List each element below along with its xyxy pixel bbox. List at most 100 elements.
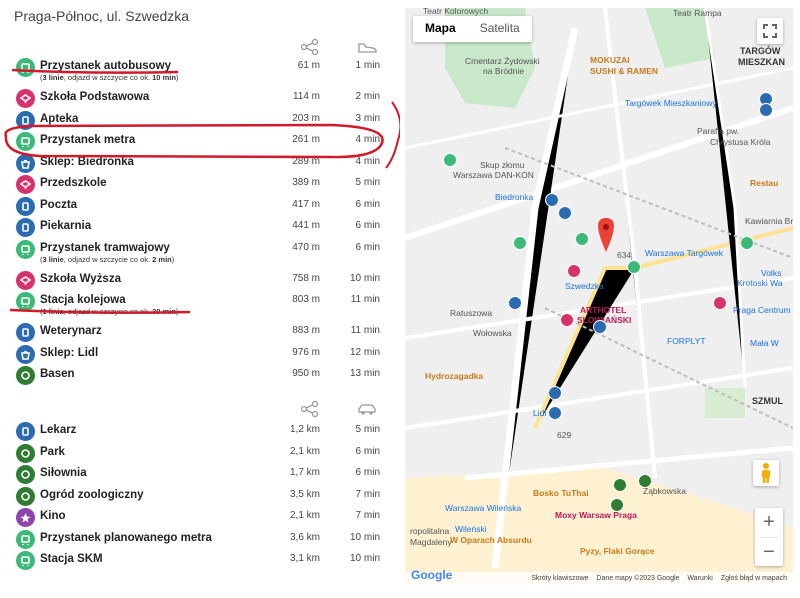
map-poi-marker-icon[interactable] [627, 260, 641, 274]
frequency-text: , odjazd w szczycie co ok. [63, 73, 153, 82]
map-poi-marker-icon[interactable] [610, 498, 624, 512]
map-poi-marker-icon[interactable] [513, 236, 527, 250]
tram-icon [16, 239, 35, 259]
map-type-satellite-button[interactable]: Satelita [468, 16, 532, 42]
poi-row[interactable]: Poczta 417 m 6 min [0, 196, 400, 217]
terms-link[interactable]: Warunki [687, 575, 712, 582]
poi-distance: 2,1 km [289, 510, 320, 521]
poi-name[interactable]: Weterynarz [40, 325, 102, 337]
map-poi-marker-icon[interactable] [560, 313, 574, 327]
poi-row[interactable]: Sklep: Lidl 976 m 12 min [0, 344, 400, 365]
poi-row[interactable]: Basen 950 m 13 min [0, 365, 400, 386]
map-poi-marker-icon[interactable] [508, 296, 522, 310]
report-error-link[interactable]: Zgłoś błąd w mapach [721, 575, 787, 582]
poi-row[interactable]: Weterynarz 883 m 11 min [0, 322, 400, 343]
poi-travel-time: 10 min [349, 553, 380, 564]
poi-name[interactable]: Stacja kolejowa [40, 294, 126, 306]
poi-name[interactable]: Poczta [40, 199, 77, 211]
map-poi-marker-icon[interactable] [443, 153, 457, 167]
map-label: SZMUL [752, 396, 783, 406]
map-label: Pyzy, Flaki Gorące [580, 546, 655, 556]
poi-travel-time: 4 min [355, 155, 380, 167]
map-poi-marker-icon[interactable] [593, 320, 607, 334]
map-poi-marker-icon[interactable] [558, 206, 572, 220]
map-poi-marker-icon[interactable] [740, 236, 754, 250]
poi-frequency-note: (3 linie, odjazd w szczycie co ok. 10 mi… [40, 73, 179, 82]
map-poi-marker-icon[interactable] [575, 232, 589, 246]
poi-distance: 2,1 km [289, 445, 320, 457]
poi-distance: 289 m [292, 155, 320, 167]
poi-name[interactable]: Siłownia [40, 467, 87, 479]
map-poi-marker-icon[interactable] [545, 193, 559, 207]
map-type-map-button[interactable]: Mapa [413, 16, 468, 42]
poi-name[interactable]: Apteka [40, 113, 78, 125]
poi-name[interactable]: Lekarz [40, 424, 76, 436]
poi-row[interactable]: Szkoła Wyższa 758 m 10 min [0, 270, 400, 291]
map-poi-marker-icon[interactable] [638, 474, 652, 488]
poi-row[interactable]: Kino 2,1 km 7 min [0, 507, 400, 528]
poi-name[interactable]: Sklep: Lidl [40, 347, 98, 359]
map-poi-marker-icon[interactable] [548, 406, 562, 420]
keyboard-shortcuts-link[interactable]: Skróty klawiszowe [531, 575, 588, 582]
poi-travel-time: 10 min [349, 531, 380, 543]
poi-travel-time: 4 min [355, 134, 380, 145]
map-poi-marker-icon[interactable] [713, 296, 727, 310]
poi-name[interactable]: Ogród zoologiczny [40, 489, 144, 501]
frequency-value: 10 min [152, 73, 176, 82]
poi-name[interactable]: Piekarnia [40, 220, 91, 232]
poi-name[interactable]: Szkoła Wyższa [40, 273, 121, 285]
map-label: TARGÓW [740, 46, 781, 56]
map-label: ropolitalna [410, 526, 450, 536]
poi-row[interactable]: Park 2,1 km 6 min [0, 443, 400, 464]
poi-name[interactable]: Przystanek metra [40, 134, 135, 146]
location-title: Praga-Północ, ul. Szwedzka [14, 8, 190, 24]
line-count: 3 linie [42, 254, 64, 264]
poi-name[interactable]: Przystanek planowanego metra [40, 532, 212, 544]
street-view-pegman-button[interactable] [753, 460, 779, 486]
poi-name[interactable]: Przystanek tramwajowy [40, 242, 170, 254]
poi-row[interactable]: Siłownia 1,7 km 6 min [0, 464, 400, 485]
poi-row[interactable]: Lekarz 1,2 km 5 min [0, 421, 400, 442]
poi-row[interactable]: Stacja kolejowa (1 linia, odjazd w szczyc… [0, 291, 400, 316]
map-poi-marker-icon[interactable] [567, 264, 581, 278]
poi-name[interactable]: Szkoła Podstawowa [40, 91, 149, 103]
poi-row[interactable]: Przystanek metra 261 m 4 min [0, 131, 400, 152]
pegman-icon [762, 463, 770, 483]
poi-name[interactable]: Stacja SKM [40, 553, 103, 565]
poi-travel-time: 6 min [355, 220, 380, 231]
poi-frequency-note: (1 linia, odjazd w szczycie co ok. 30 mi… [40, 307, 179, 316]
map[interactable]: Teatr Kolorowych Teatr Rampa TARGÓW MIESZKA… [405, 8, 793, 584]
map-label: 629 [557, 430, 572, 440]
poi-name[interactable]: Przedszkole [40, 177, 106, 189]
map-poi-marker-icon[interactable] [759, 103, 773, 117]
map-type-control: Mapa Satelita [413, 16, 532, 42]
poi-travel-time: 11 min [350, 325, 380, 336]
poi-row[interactable]: Przystanek tramwajowy (3 linie, odjazd w … [0, 239, 400, 264]
poi-row[interactable]: Apteka 203 m 3 min [0, 110, 400, 131]
map-label: Wileński [455, 524, 487, 534]
poi-row[interactable]: Przystanek planowanego metra 3,6 km 10 min [0, 529, 400, 550]
poi-name[interactable]: Przystanek autobusowy [40, 60, 171, 72]
poi-row[interactable]: Przedszkole 389 m 5 min [0, 174, 400, 195]
poi-name[interactable]: Basen [40, 368, 75, 380]
zoom-in-button[interactable]: + [755, 508, 783, 537]
poi-distance: 61 m [297, 60, 320, 71]
map-label: MOKUZAI [590, 55, 630, 65]
poi-row[interactable]: Piekarnia 441 m 6 min [0, 217, 400, 238]
poi-name[interactable]: Sklep: Biedronka [40, 156, 134, 168]
map-poi-marker-icon[interactable] [548, 386, 562, 400]
poi-travel-time: 6 min [355, 467, 380, 478]
kindergarten-icon [16, 175, 35, 194]
poi-row[interactable]: Sklep: Biedronka 289 m 4 min [0, 153, 400, 174]
poi-distance: 950 m [292, 368, 320, 379]
map-poi-marker-icon[interactable] [613, 478, 627, 492]
poi-row[interactable]: Ogród zoologiczny 3,5 km 7 min [0, 486, 400, 507]
poi-name[interactable]: Park [40, 446, 65, 458]
fullscreen-button[interactable] [757, 18, 783, 44]
zoom-out-button[interactable]: − [755, 538, 783, 567]
poi-row[interactable]: Przystanek autobusowy (3 linie, odjazd w … [0, 57, 400, 82]
poi-name[interactable]: Kino [40, 510, 66, 522]
poi-distance: 114 m [292, 91, 320, 102]
poi-row[interactable]: Stacja SKM 3,1 km 10 min [0, 550, 400, 571]
poi-row[interactable]: Szkoła Podstawowa 114 m 2 min [0, 88, 400, 109]
